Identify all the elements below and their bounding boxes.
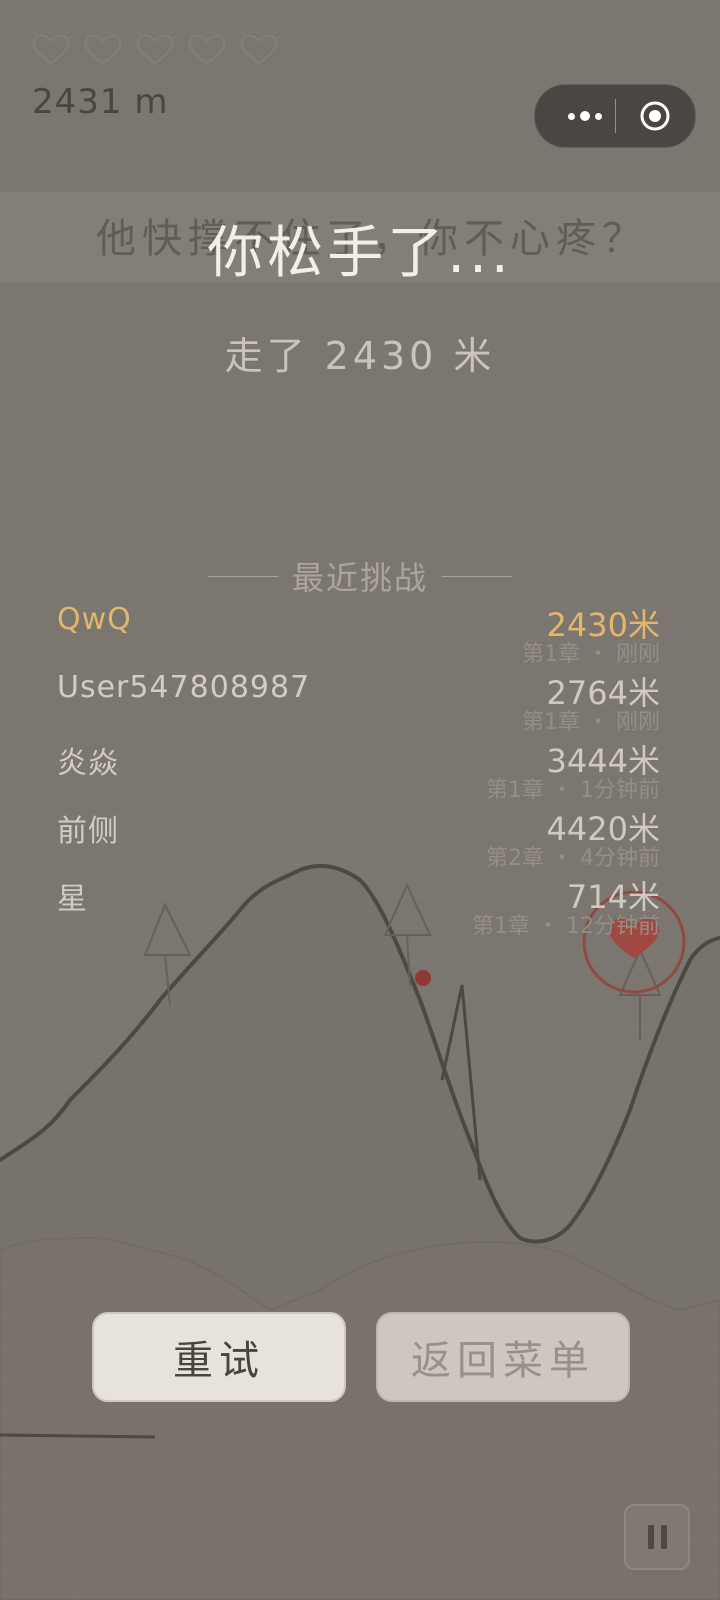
player-name: User547808987 (57, 670, 311, 705)
target-close-icon[interactable] (639, 100, 671, 132)
distance-counter: 2431 m (32, 82, 169, 122)
more-button[interactable] (557, 85, 613, 147)
retry-button[interactable]: 重试 (92, 1312, 346, 1402)
player-name: 前侧 (57, 814, 119, 849)
heading-rule-right (442, 575, 512, 577)
tree-right (618, 947, 662, 1040)
heart-icon (240, 34, 278, 65)
heading-rule-left (207, 575, 278, 577)
terrain-fill (0, 865, 720, 1600)
player-meta: 第2章 ・ 4分钟前 (486, 846, 660, 871)
result-title: 你松手了... (207, 221, 513, 286)
player-name: 炎焱 (57, 746, 119, 781)
leaderboard-row: 星 714米 第1章 ・ 12分钟前 (57, 872, 660, 940)
heart-icon (136, 34, 174, 65)
leaderboard-row: 炎焱 3444米 第1章 ・ 1分钟前 (57, 736, 660, 804)
player-name: QwQ (57, 602, 132, 637)
lives-hearts (30, 32, 280, 66)
capsule-divider (615, 99, 616, 133)
leaderboard-row: 前侧 4420米 第2章 ・ 4分钟前 (57, 804, 660, 872)
player-meta: 第1章 ・ 刚刚 (522, 710, 660, 735)
player-meta: 第1章 ・ 刚刚 (522, 642, 660, 667)
player-meta: 第1章 ・ 1分钟前 (486, 778, 660, 803)
back-to-menu-button[interactable]: 返回菜单 (376, 1312, 630, 1402)
leaderboard-heading: 最近挑战 (0, 553, 720, 599)
game-stage: 2431 m 他快撑不住了，你不心疼？ 你松手了... 走了 2430 米 最近… (0, 0, 720, 1600)
heart-icon (32, 34, 70, 65)
more-dots-icon (568, 112, 575, 120)
pause-button[interactable] (624, 1504, 690, 1570)
leaderboard-row: User547808987 2764米 第1章 ・ 刚刚 (57, 668, 660, 736)
player-meta: 第1章 ・ 12分钟前 (472, 914, 660, 939)
heart-icon (188, 34, 226, 65)
result-distance: 走了 2430 米 (224, 334, 496, 378)
heart-icon (84, 34, 122, 65)
leaderboard-heading-text: 最近挑战 (291, 559, 428, 597)
ground-line (0, 1433, 156, 1439)
player-marker (415, 970, 431, 986)
pause-icon (647, 1525, 654, 1549)
leaderboard-row: QwQ 2430米 第1章 ・ 刚刚 (57, 600, 660, 668)
player-name: 星 (57, 882, 88, 917)
miniprogram-capsule (534, 84, 696, 148)
